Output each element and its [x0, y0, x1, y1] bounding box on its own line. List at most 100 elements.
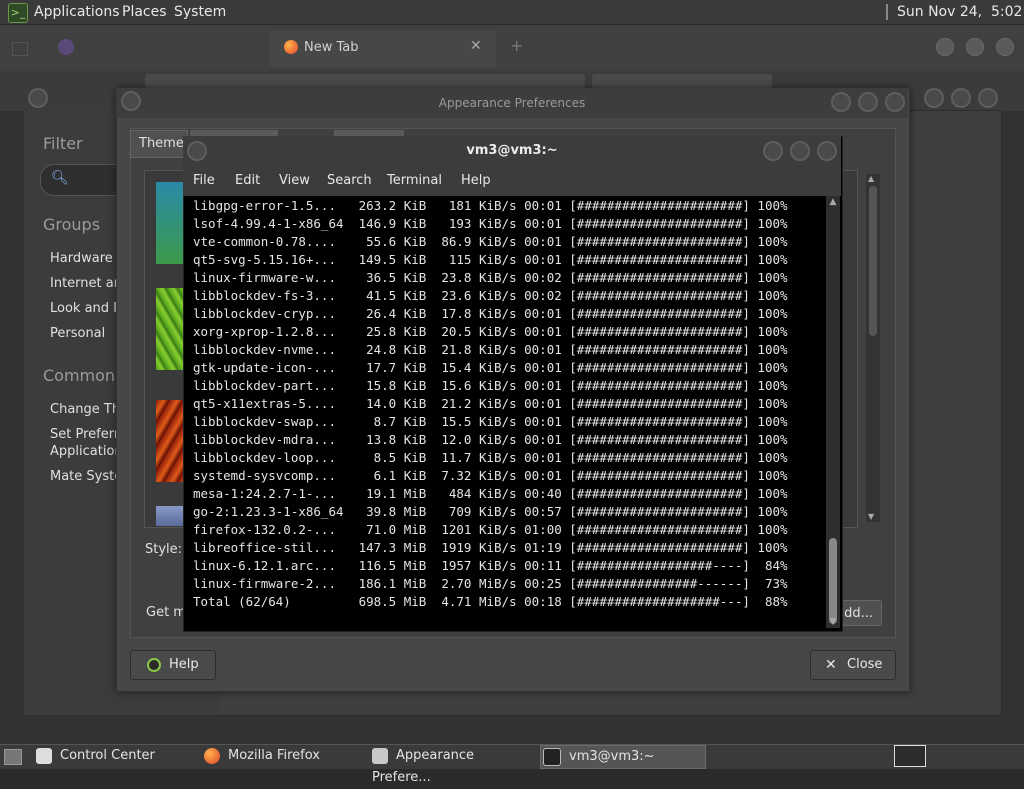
close-window-icon[interactable]: [817, 141, 837, 161]
terminal-line: libgpg-error-1.5... 263.2 KiB 181 KiB/s …: [193, 198, 788, 213]
filter-heading: Filter: [43, 134, 83, 153]
firefox-urlbar[interactable]: [145, 74, 585, 88]
firefox-searchbar[interactable]: [592, 74, 772, 88]
minimize-icon[interactable]: [831, 92, 851, 112]
terminal-line: gtk-update-icon-... 17.7 KiB 15.4 KiB/s …: [193, 360, 788, 375]
terminal-line: libreoffice-stil... 147.3 MiB 1919 KiB/s…: [193, 540, 788, 555]
show-desktop-icon[interactable]: [4, 749, 22, 765]
terminal-line: libblockdev-nvme... 24.8 KiB 21.8 KiB/s …: [193, 342, 788, 357]
theme-preview-thumbnail[interactable]: [156, 182, 184, 264]
scrollbar-thumb[interactable]: [829, 538, 837, 624]
terminal-line: libblockdev-cryp... 26.4 KiB 17.8 KiB/s …: [193, 306, 788, 321]
scroll-down-arrow-icon[interactable]: ▼: [826, 616, 840, 628]
taskbar-item-label: Control Center: [60, 748, 155, 763]
firefox-tab-label: New Tab: [304, 40, 359, 55]
taskbar-item-firefox[interactable]: Mozilla Firefox: [204, 745, 364, 767]
taskbar-item-control-center[interactable]: Control Center: [36, 745, 196, 767]
terminal-line: systemd-sysvcomp... 6.1 KiB 7.32 KiB/s 0…: [193, 468, 788, 483]
menu-terminal[interactable]: Terminal: [387, 173, 442, 188]
terminal-title: vm3@vm3:~: [466, 143, 558, 158]
taskbar-item-label: Mozilla Firefox: [228, 748, 320, 763]
maximize-icon[interactable]: [966, 38, 984, 56]
firefox-icon: [284, 40, 298, 54]
appearance-title: Appearance Preferences: [438, 96, 586, 110]
scroll-down-arrow-icon[interactable]: ▼: [868, 512, 874, 521]
help-button[interactable]: Help: [130, 650, 216, 680]
search-icon: 🔍︎: [51, 170, 69, 186]
panel-separator: [886, 4, 888, 20]
close-icon[interactable]: ✕: [470, 38, 482, 54]
maximize-icon[interactable]: [858, 92, 878, 112]
theme-preview-thumbnail[interactable]: [156, 288, 184, 370]
group-item[interactable]: Hardware: [50, 251, 113, 266]
menu-help[interactable]: Help: [461, 173, 491, 188]
scrollbar-thumb[interactable]: [869, 186, 877, 336]
window-menu-icon[interactable]: [28, 88, 48, 108]
groups-heading: Groups: [43, 215, 101, 234]
style-label: Style:: [145, 542, 183, 557]
minimize-icon[interactable]: [924, 88, 944, 108]
firefox-icon: [204, 747, 220, 764]
menu-search[interactable]: Search: [327, 173, 372, 188]
terminal-line: libblockdev-mdra... 13.8 KiB 12.0 KiB/s …: [193, 432, 788, 447]
terminal-line: go-2:1.23.3-1-x86_64 39.8 MiB 709 KiB/s …: [193, 504, 788, 519]
terminal-line: vte-common-0.78.... 55.6 KiB 86.9 KiB/s …: [193, 234, 788, 249]
taskbar-item-label: vm3@vm3:~: [569, 749, 655, 764]
terminal-line: linux-6.12.1.arc... 116.5 MiB 1957 KiB/s…: [193, 558, 788, 573]
group-item[interactable]: Personal: [50, 326, 105, 341]
terminal-line: Total (62/64) 698.5 MiB 4.71 MiB/s 00:18…: [193, 594, 788, 609]
close-window-icon[interactable]: [996, 38, 1014, 56]
terminal-line: linux-firmware-2... 186.1 MiB 2.70 MiB/s…: [193, 576, 788, 591]
filter-search-input[interactable]: 🔍︎: [40, 164, 122, 196]
terminal-line: xorg-xprop-1.2.8... 25.8 KiB 20.5 KiB/s …: [193, 324, 788, 339]
minimize-icon[interactable]: [936, 38, 954, 56]
appearance-icon: [372, 747, 388, 764]
terminal-line: firefox-132.0.2-... 71.0 MiB 1201 KiB/s …: [193, 522, 788, 537]
new-tab-plus-icon[interactable]: +: [510, 36, 523, 55]
terminal-output[interactable]: libgpg-error-1.5... 263.2 KiB 181 KiB/s …: [193, 197, 829, 625]
terminal-line: libblockdev-part... 15.8 KiB 15.6 KiB/s …: [193, 378, 788, 393]
terminal-line: qt5-x11extras-5.... 14.0 KiB 21.2 KiB/s …: [193, 396, 788, 411]
help-label: Help: [169, 657, 199, 672]
terminal-line: libblockdev-fs-3... 41.5 KiB 23.6 KiB/s …: [193, 288, 788, 303]
scroll-up-arrow-icon[interactable]: ▲: [826, 196, 840, 208]
help-icon: [147, 658, 161, 672]
task-item[interactable]: Application: [50, 444, 123, 459]
tab-theme[interactable]: Theme: [130, 130, 188, 158]
terminal-line: mesa-1:24.2.7-1-... 19.1 MiB 484 KiB/s 0…: [193, 486, 788, 501]
close-label: Close: [847, 657, 883, 672]
close-window-icon[interactable]: [885, 92, 905, 112]
close-button[interactable]: ✕ Close: [810, 650, 896, 680]
taskbar-item-terminal[interactable]: vm3@vm3:~: [540, 745, 706, 769]
control-center-icon: [36, 747, 52, 764]
maximize-icon[interactable]: [951, 88, 971, 108]
terminal-icon: [543, 747, 561, 766]
taskbar-item-appearance[interactable]: Appearance Prefere...: [372, 745, 536, 785]
theme-preview-thumbnail[interactable]: [156, 506, 184, 526]
close-window-icon[interactable]: [978, 88, 998, 108]
menu-file[interactable]: File: [193, 173, 215, 188]
get-more-themes-link[interactable]: Get m: [146, 605, 186, 620]
task-item[interactable]: Change Th: [50, 402, 120, 417]
scroll-up-arrow-icon[interactable]: ▲: [868, 174, 874, 183]
applications-menu-icon[interactable]: >_: [8, 3, 28, 23]
menu-system[interactable]: System: [174, 4, 226, 20]
menu-view[interactable]: View: [279, 173, 310, 188]
menu-places[interactable]: Places: [122, 4, 167, 20]
firefox-blurred-tab-icon[interactable]: [58, 39, 74, 55]
firefox-tab-list-icon[interactable]: [12, 42, 28, 56]
terminal-line: linux-firmware-w... 36.5 KiB 23.8 KiB/s …: [193, 270, 788, 285]
menu-applications[interactable]: Applications: [34, 4, 120, 20]
close-icon: ✕: [825, 657, 837, 673]
terminal-line: qt5-svg-5.15.16+... 149.5 KiB 115 KiB/s …: [193, 252, 788, 267]
theme-preview-thumbnail[interactable]: [156, 400, 184, 482]
maximize-icon[interactable]: [790, 141, 810, 161]
group-item[interactable]: Internet an: [50, 276, 122, 291]
menu-edit[interactable]: Edit: [235, 173, 260, 188]
terminal-line: lsof-4.99.4-1-x86_64 146.9 KiB 193 KiB/s…: [193, 216, 788, 231]
terminal-line: libblockdev-loop... 8.5 KiB 11.7 KiB/s 0…: [193, 450, 788, 465]
group-item[interactable]: Look and F: [50, 301, 121, 316]
minimize-icon[interactable]: [763, 141, 783, 161]
clock[interactable]: Sun Nov 24, 5:02 AM: [897, 4, 1024, 20]
workspace-switcher[interactable]: [894, 745, 926, 767]
